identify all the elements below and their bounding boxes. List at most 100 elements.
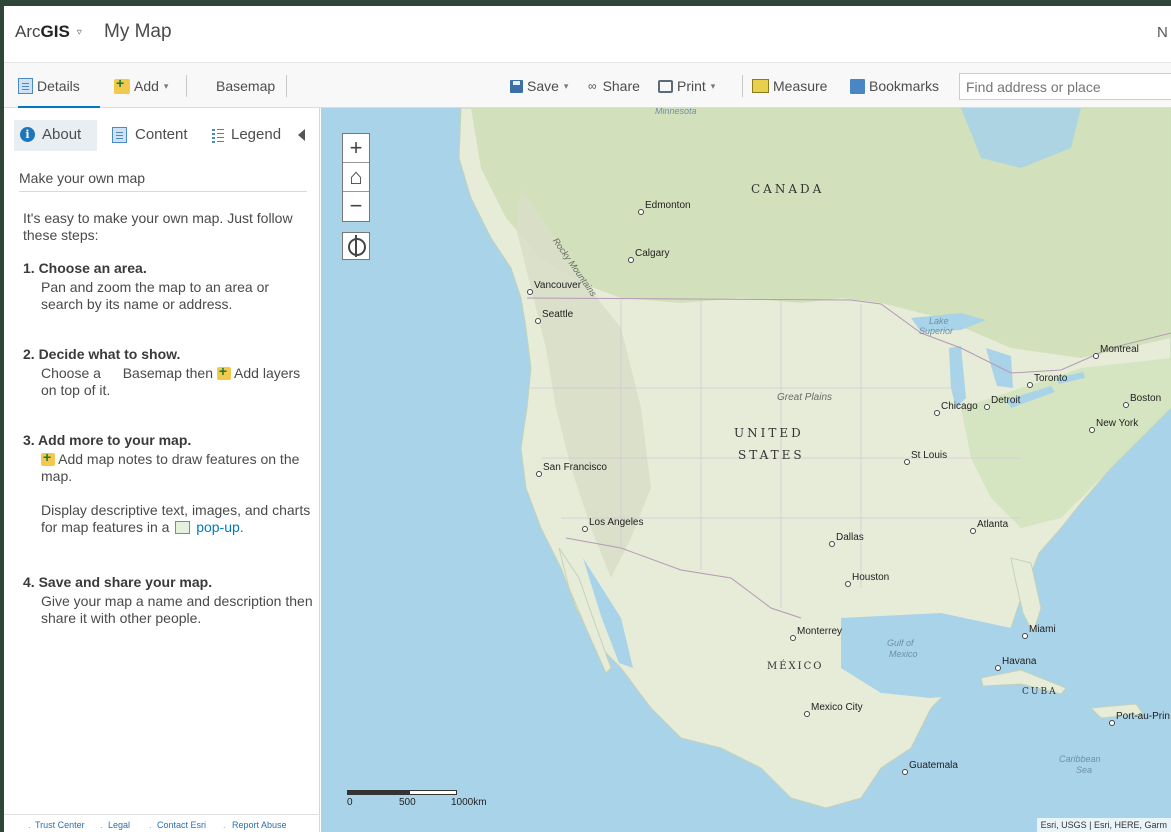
map-view[interactable]: + ⌂ − Minnesota CANADA UNITED STATES MÉX… bbox=[321, 108, 1171, 832]
step-title: 4. Save and share your map. bbox=[23, 574, 213, 590]
basemap-icon bbox=[105, 366, 119, 380]
city-dallas: Dallas bbox=[829, 532, 864, 547]
scale-segment bbox=[347, 790, 409, 795]
city-miami: Miami bbox=[1022, 624, 1056, 639]
city-mexico-city: Mexico City bbox=[804, 702, 863, 717]
city-vancouver: Vancouver bbox=[526, 280, 582, 295]
city-monterrey: Monterrey bbox=[789, 626, 843, 641]
add-button[interactable]: Add ▾ bbox=[114, 74, 168, 98]
toolbar: Details Add ▾ Basemap Save ▾ ∞ Share Pri… bbox=[4, 62, 1171, 109]
city-guatemala: Guatemala bbox=[902, 760, 958, 775]
popup-icon bbox=[175, 521, 191, 534]
add-icon bbox=[41, 449, 55, 466]
header-user-text[interactable]: N bbox=[1157, 24, 1171, 41]
share-label: Share bbox=[602, 78, 640, 94]
trust-center-link[interactable]: Trust Center bbox=[35, 820, 85, 830]
scale-label-end: 1000km bbox=[451, 797, 487, 808]
details-icon bbox=[18, 78, 33, 94]
zoom-out-button[interactable]: − bbox=[343, 192, 369, 221]
zoom-in-button[interactable]: + bbox=[343, 134, 369, 163]
measure-icon bbox=[752, 79, 769, 93]
save-button[interactable]: Save ▾ bbox=[510, 74, 568, 98]
map-label-minnesota: Minnesota bbox=[655, 108, 697, 116]
city-toronto: Toronto bbox=[1026, 373, 1068, 388]
bookmarks-button[interactable]: Bookmarks bbox=[850, 74, 939, 98]
terrain-label-great-plains: Great Plains bbox=[777, 392, 833, 403]
scale-segment bbox=[409, 790, 457, 795]
city-seattle: Seattle bbox=[534, 309, 574, 324]
add-label: Add bbox=[134, 78, 159, 94]
step-2-text-b: Basemap then bbox=[122, 365, 214, 381]
add-icon bbox=[114, 75, 130, 94]
locate-button[interactable] bbox=[342, 232, 370, 260]
city-houston: Houston bbox=[844, 572, 890, 587]
brand-prefix: Arc bbox=[15, 22, 41, 41]
content-icon bbox=[112, 126, 127, 143]
search-input[interactable] bbox=[959, 73, 1171, 100]
city-san-francisco: San Francisco bbox=[536, 462, 607, 477]
toolbar-divider bbox=[286, 75, 287, 97]
water-label-gulf-mexico: Mexico bbox=[889, 649, 918, 659]
contact-esri-link[interactable]: Contact Esri bbox=[157, 820, 206, 830]
country-label-united: UNITED bbox=[734, 426, 804, 440]
arcgis-brand-menu[interactable]: Arc GIS ▿ bbox=[15, 22, 82, 42]
bookmarks-icon bbox=[850, 78, 865, 94]
add-caret-icon: ▾ bbox=[163, 80, 169, 91]
report-abuse-link[interactable]: Report Abuse bbox=[232, 820, 287, 830]
footer-separator: . bbox=[100, 820, 103, 830]
country-label-canada: CANADA bbox=[751, 182, 825, 196]
tab-legend[interactable]: Legend bbox=[212, 126, 281, 143]
add-icon bbox=[216, 363, 231, 380]
scale-label-zero: 0 bbox=[347, 797, 353, 808]
share-button[interactable]: ∞ Share bbox=[588, 74, 640, 98]
print-label: Print bbox=[677, 78, 706, 94]
water-label-sea: Sea bbox=[1076, 765, 1093, 775]
popup-link[interactable]: pop-up. bbox=[196, 519, 243, 535]
details-label: Details bbox=[37, 78, 80, 94]
country-label-mexico: MÉXICO bbox=[767, 661, 824, 672]
basemap-icon bbox=[196, 78, 212, 94]
details-button[interactable]: Details bbox=[18, 74, 80, 98]
app-window: ArcGIS ▿ My Map N Details Add ▾ Basemap … bbox=[4, 6, 1171, 832]
step-title: 2. Decide what to show. bbox=[23, 346, 181, 362]
step-body: Pan and zoom the map to an area or searc… bbox=[41, 279, 270, 312]
map-title: My Map bbox=[104, 21, 172, 42]
basemap-button[interactable]: Basemap bbox=[196, 74, 275, 98]
city-boston: Boston bbox=[1122, 393, 1162, 408]
toolbar-divider bbox=[742, 75, 743, 97]
step-2-text-a: Choose a bbox=[41, 365, 101, 381]
step-body: Choose a Basemap then Add layers on top … bbox=[23, 363, 313, 399]
step-body: Add map notes to draw features on the ma… bbox=[23, 449, 313, 485]
step-4: 4. Save and share your map. Give your ma… bbox=[23, 574, 313, 627]
step-2: 2. Decide what to show. Choose a Basemap… bbox=[23, 346, 313, 399]
tab-content[interactable]: Content bbox=[112, 126, 188, 143]
save-label: Save bbox=[527, 78, 559, 94]
tab-content-label: Content bbox=[135, 126, 188, 143]
water-label-superior: Superior bbox=[919, 326, 954, 336]
print-button[interactable]: Print ▾ bbox=[658, 74, 715, 98]
zoom-control: + ⌂ − bbox=[342, 133, 370, 222]
brand-bold: GIS bbox=[40, 22, 70, 41]
save-caret-icon: ▾ bbox=[563, 80, 569, 91]
collapse-panel-icon[interactable] bbox=[298, 129, 305, 141]
step-title: 3. Add more to your map. bbox=[23, 432, 192, 448]
save-icon bbox=[510, 79, 523, 93]
legal-link[interactable]: Legal bbox=[108, 820, 130, 830]
city-port-au-prince: Port-au-Prin bbox=[1109, 711, 1170, 726]
tab-about[interactable]: i About bbox=[20, 126, 81, 143]
bookmarks-label: Bookmarks bbox=[869, 78, 940, 94]
tab-about-label: About bbox=[42, 126, 82, 143]
brand-caret-icon: ▿ bbox=[76, 26, 82, 38]
details-panel: i About Content Legend Make your own map… bbox=[4, 108, 320, 832]
toolbar-divider bbox=[186, 75, 187, 97]
city-calgary: Calgary bbox=[627, 248, 670, 263]
measure-button[interactable]: Measure bbox=[752, 74, 827, 98]
measure-label: Measure bbox=[773, 78, 828, 94]
map-attribution[interactable]: Esri, USGS | Esri, HERE, Garm bbox=[1036, 818, 1171, 832]
water-label-gulf: Gulf of bbox=[887, 638, 914, 648]
tab-legend-label: Legend bbox=[231, 126, 282, 143]
step-1: 1. Choose an area. Pan and zoom the map … bbox=[23, 260, 313, 313]
basemap-shapes bbox=[458, 108, 1171, 809]
home-button[interactable]: ⌂ bbox=[343, 163, 369, 192]
city-st-louis: St Louis bbox=[903, 450, 948, 465]
